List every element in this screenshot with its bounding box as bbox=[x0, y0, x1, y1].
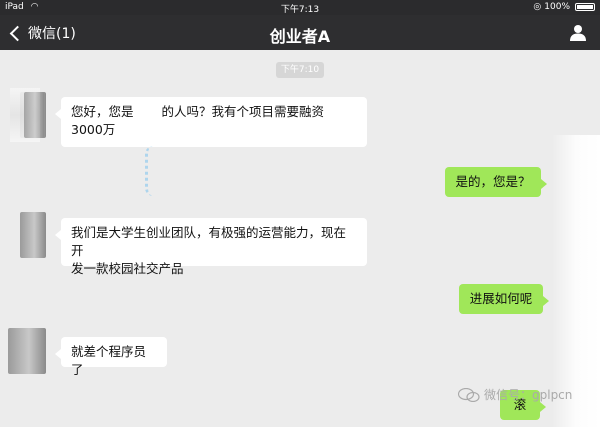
watermark: 微信号：gplpcn bbox=[458, 386, 572, 403]
message-bubble-outgoing[interactable]: 是的，您是？ bbox=[445, 167, 547, 197]
status-bar: iPad ◠ 下午7:13 ◎ 100% bbox=[0, 0, 600, 15]
nav-bar: 微信(1) 创业者A bbox=[0, 15, 600, 50]
wechat-logo-icon bbox=[458, 387, 480, 402]
message-text: 您好，您是 bbox=[71, 104, 134, 119]
message-text: 发一款校园社交产品 bbox=[71, 261, 184, 276]
message-text: 就差个程序员了 bbox=[71, 344, 147, 377]
message-text: 我们是大学生创业团队，有极强的运营能力，现在开 bbox=[71, 225, 347, 258]
avatar[interactable] bbox=[8, 328, 46, 374]
watermark-text: 微信号：gplpcn bbox=[484, 388, 573, 402]
avatar[interactable] bbox=[20, 212, 46, 258]
redaction-blur bbox=[552, 135, 600, 427]
chat-area[interactable]: 下午7:10 您好，您是 的人吗？我有个项目需要融资 3000万 是的，您是？ 我… bbox=[0, 50, 600, 427]
status-right: ◎ 100% bbox=[533, 2, 595, 12]
message-bubble-outgoing[interactable]: 进展如何呢 bbox=[459, 284, 549, 314]
lock-rotation-icon: ◎ bbox=[533, 2, 542, 12]
timestamp-pill: 下午7:10 bbox=[276, 62, 324, 78]
person-icon[interactable] bbox=[570, 24, 586, 41]
message-text: 进展如何呢 bbox=[469, 291, 533, 306]
message-text: 是的，您是？ bbox=[455, 174, 531, 189]
message-bubble-incoming[interactable]: 我们是大学生创业团队，有极强的运营能力，现在开 发一款校园社交产品 bbox=[55, 218, 367, 276]
avatar[interactable] bbox=[24, 92, 44, 138]
status-time: 下午7:13 bbox=[280, 5, 320, 15]
chat-title: 创业者A bbox=[269, 27, 331, 46]
redaction-scribble bbox=[145, 146, 164, 196]
message-text: 的人吗？我有个项目需要融资 bbox=[161, 104, 325, 119]
battery-percent: 100% bbox=[544, 2, 570, 12]
message-text: 3000万 bbox=[71, 122, 116, 137]
battery-icon bbox=[575, 3, 595, 11]
message-bubble-incoming[interactable]: 您好，您是 的人吗？我有个项目需要融资 3000万 bbox=[55, 97, 367, 147]
message-bubble-incoming[interactable]: 就差个程序员了 bbox=[55, 337, 167, 377]
